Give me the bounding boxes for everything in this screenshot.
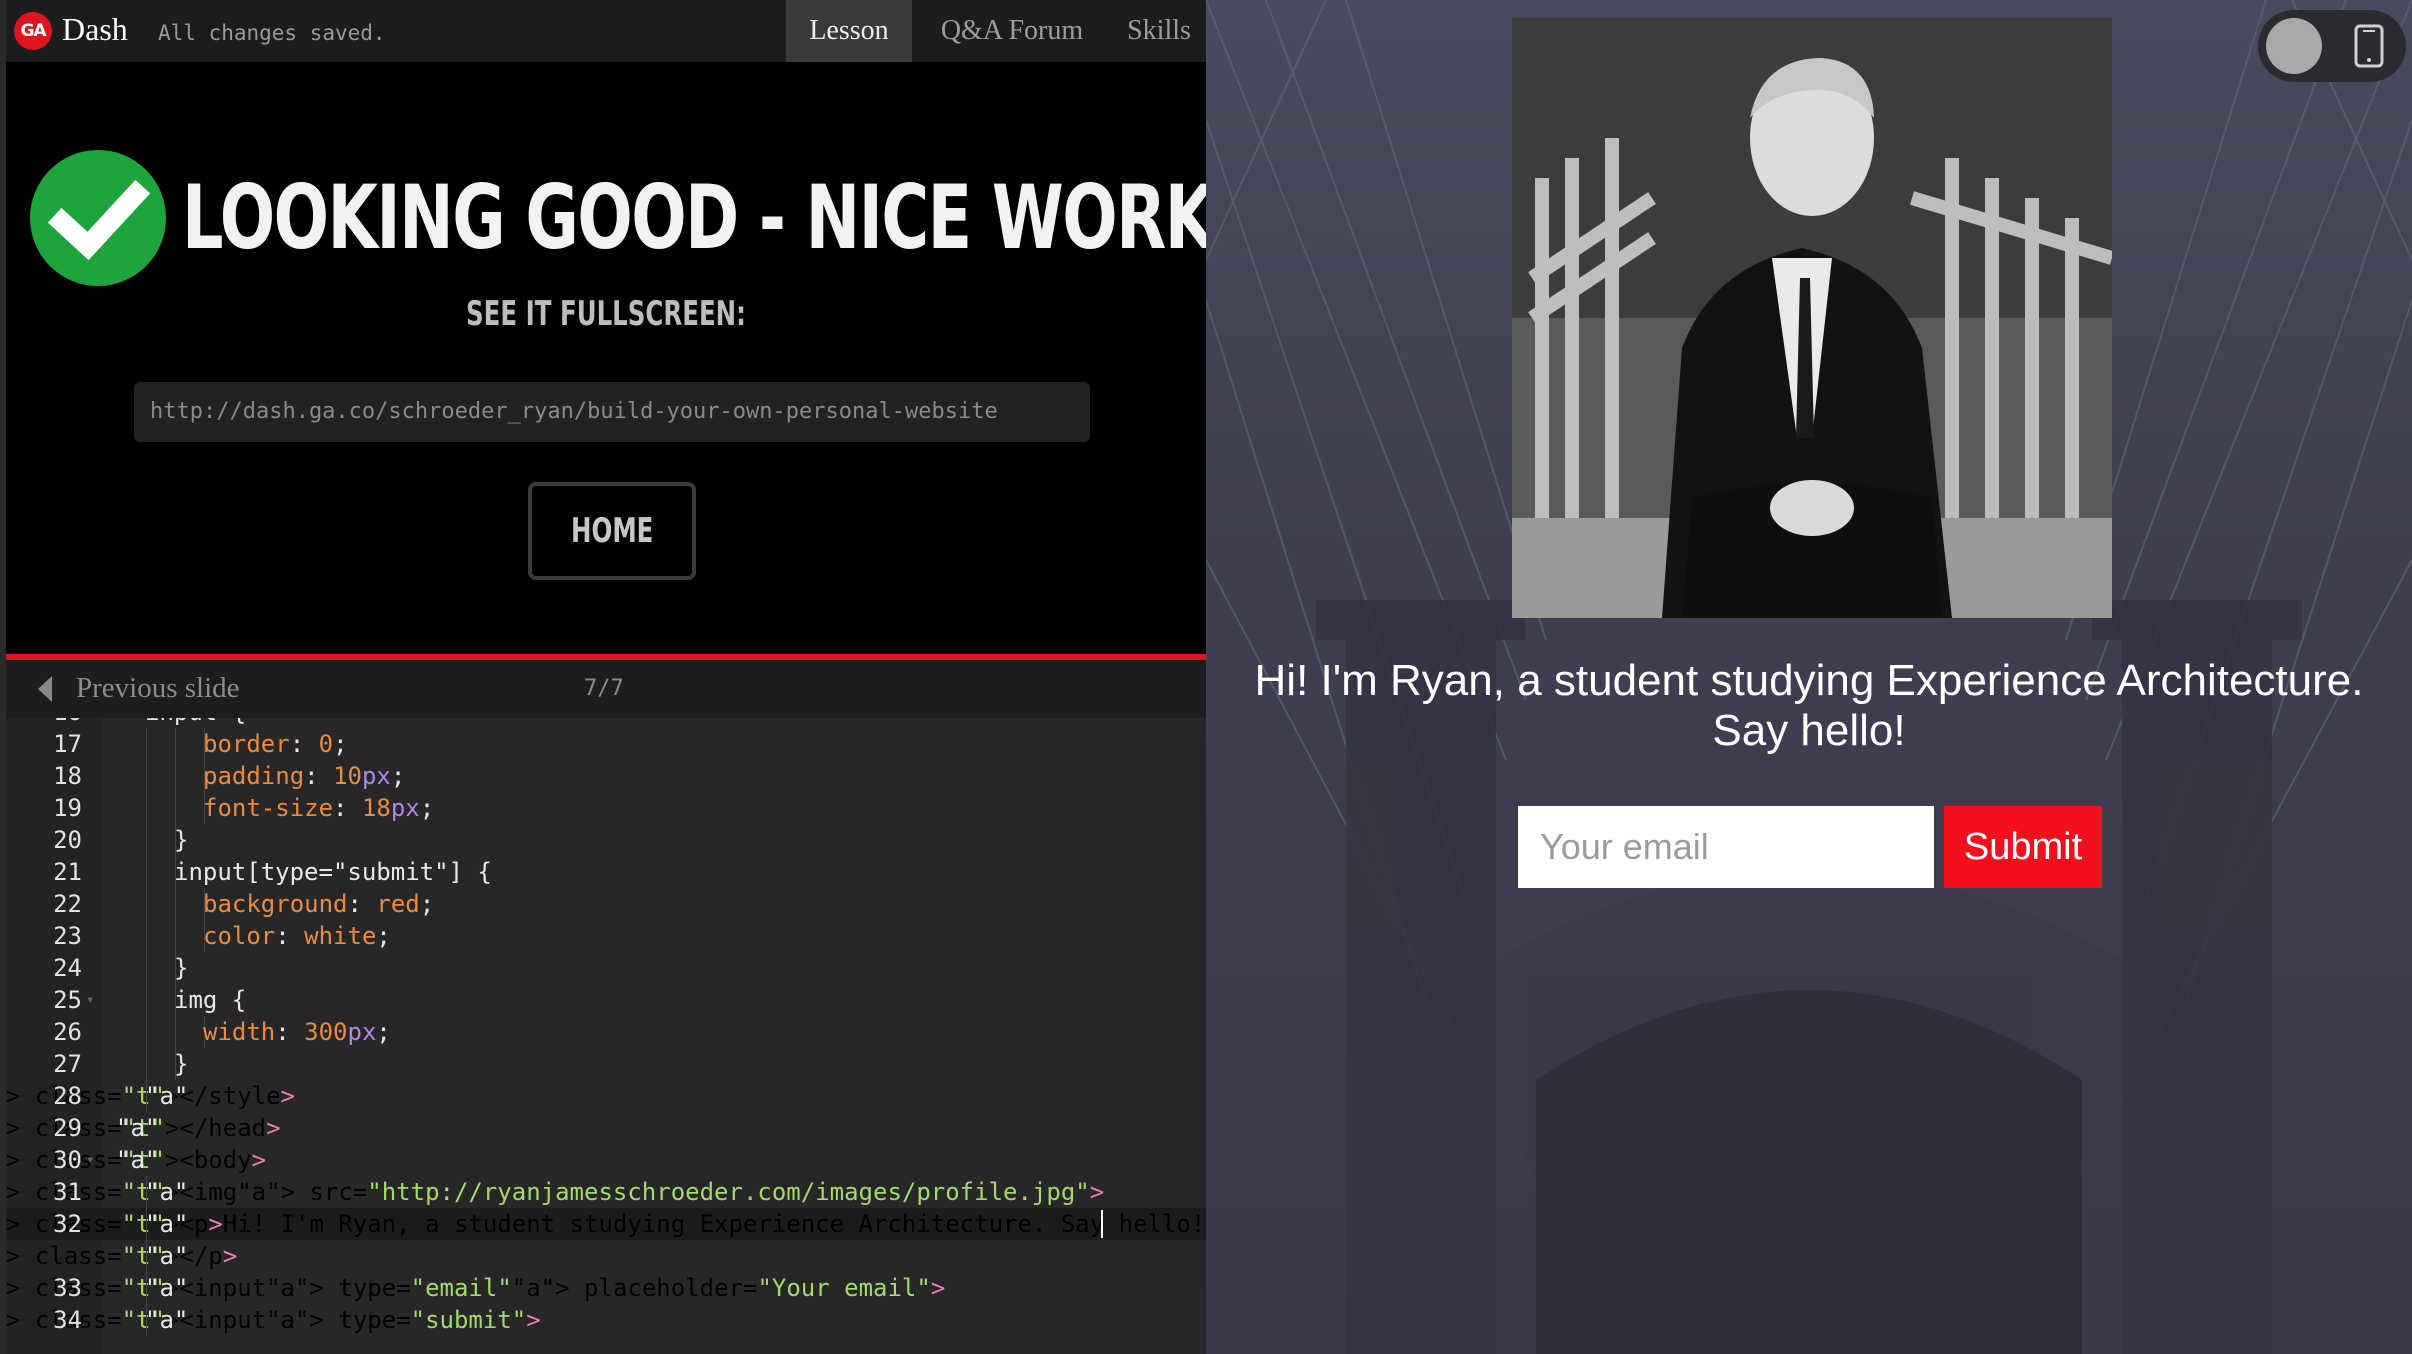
bio-paragraph: Hi! I'm Ryan, a student studying Experie… — [1206, 656, 2412, 756]
line-number: 34 — [53, 1306, 82, 1334]
code-line[interactable]: 24} — [6, 952, 1206, 984]
line-number: 20 — [53, 826, 82, 854]
code-editor[interactable]: 16input {17border: 0;18padding: 10px;19f… — [6, 718, 1206, 1354]
slide-counter: 7/7 — [584, 676, 624, 701]
code-line[interactable]: 33 "a" > class="t"><input"a"> type="email"… — [6, 1272, 1206, 1304]
slide-nav: Previous slide 7/7 — [6, 660, 1206, 718]
code-line[interactable]: 30 ▾ "a" > class="t"><body> — [6, 1144, 1206, 1176]
line-number: 17 — [53, 730, 82, 758]
code-line: 16input { — [6, 718, 1206, 728]
line-number: 23 — [53, 922, 82, 950]
success-headline: LOOKING GOOD - NICE WORK! — [182, 166, 1243, 269]
code-line[interactable]: 19 font-size: 18px; — [6, 792, 1206, 824]
line-number: 16 — [6, 718, 82, 728]
app-name: Dash — [62, 11, 128, 47]
bio-line-2: Say hello! — [1712, 706, 1906, 755]
checkmark-icon — [30, 150, 166, 286]
share-url-field[interactable]: http://dash.ga.co/schroeder_ryan/build-y… — [134, 382, 1090, 442]
line-number: 22 — [53, 890, 82, 918]
bio-line-1: Hi! I'm Ryan, a student studying Experie… — [1254, 656, 2364, 705]
line-number: 24 — [53, 954, 82, 982]
top-bar: GA Dash All changes saved. Lesson Q&A Fo… — [6, 0, 1206, 62]
code-line[interactable]: 27} — [6, 1048, 1206, 1080]
line-number: 30 — [53, 1146, 82, 1174]
tab-lesson[interactable]: Lesson — [786, 0, 912, 62]
profile-photo — [1512, 18, 2112, 618]
email-field[interactable] — [1518, 806, 1934, 888]
line-number: 27 — [53, 1050, 82, 1078]
line-number: 33 — [53, 1274, 82, 1302]
code-line[interactable]: 34 "a" > class="t"><input"a"> type="submit… — [6, 1304, 1206, 1336]
line-number: 29 — [53, 1114, 82, 1142]
code-line[interactable]: 29 "a" > class="t"></head> — [6, 1112, 1206, 1144]
save-status: All changes saved. — [158, 21, 386, 45]
code-line[interactable]: 26 width: 300px; — [6, 1016, 1206, 1048]
code-line[interactable]: 23 color: white; — [6, 920, 1206, 952]
device-toggle[interactable] — [2258, 10, 2406, 82]
success-panel: LOOKING GOOD - NICE WORK! SEE IT FULLSCR… — [6, 62, 1243, 654]
tab-qa-forum[interactable]: Q&A Forum — [912, 0, 1112, 62]
tab-skills[interactable]: Skills — [1112, 0, 1206, 62]
code-line[interactable]: 18 padding: 10px; — [6, 760, 1206, 792]
line-number: 26 — [53, 1018, 82, 1046]
submit-button[interactable]: Submit — [1944, 806, 2102, 888]
code-line[interactable]: 20} — [6, 824, 1206, 856]
text-cursor — [1100, 1210, 1103, 1238]
line-number: 31 — [53, 1178, 82, 1206]
line-number: 28 — [53, 1082, 82, 1110]
triangle-left-icon[interactable] — [38, 676, 52, 702]
code-line[interactable]: "a" > class="t"></p> — [6, 1240, 1206, 1272]
line-number: 32 — [53, 1210, 82, 1238]
toggle-knob[interactable] — [2266, 18, 2322, 74]
line-number: 19 — [53, 794, 82, 822]
code-line[interactable]: 17 border: 0; — [6, 728, 1206, 760]
code-line[interactable]: 32 "a" > class="t"><p>Hi! I'm Ryan, a stud… — [6, 1208, 1206, 1240]
code-line[interactable]: 22 background: red; — [6, 888, 1206, 920]
ga-logo[interactable]: GA — [14, 12, 52, 50]
preview-pane: Hi! I'm Ryan, a student studying Experie… — [1206, 0, 2412, 1354]
line-number: 18 — [53, 762, 82, 790]
mobile-phone-icon[interactable] — [2354, 24, 2384, 68]
fullscreen-label: SEE IT FULLSCREEN: — [466, 294, 746, 334]
previous-slide-link[interactable]: Previous slide — [76, 672, 240, 705]
line-number: 25 — [53, 986, 82, 1014]
code-line[interactable]: 25 ▾ img { — [6, 984, 1206, 1016]
code-line[interactable]: 21 input[type="submit"] { — [6, 856, 1206, 888]
home-button-label: HOME — [570, 511, 654, 551]
code-line[interactable]: 28 "a" > class="t"></style> — [6, 1080, 1206, 1112]
home-button[interactable]: HOME — [528, 482, 696, 580]
line-number: 21 — [53, 858, 82, 886]
code-line[interactable]: 31 "a" > class="t"><img"a"> src="http://ry… — [6, 1176, 1206, 1208]
lesson-pane: GA Dash All changes saved. Lesson Q&A Fo… — [0, 0, 1243, 1354]
